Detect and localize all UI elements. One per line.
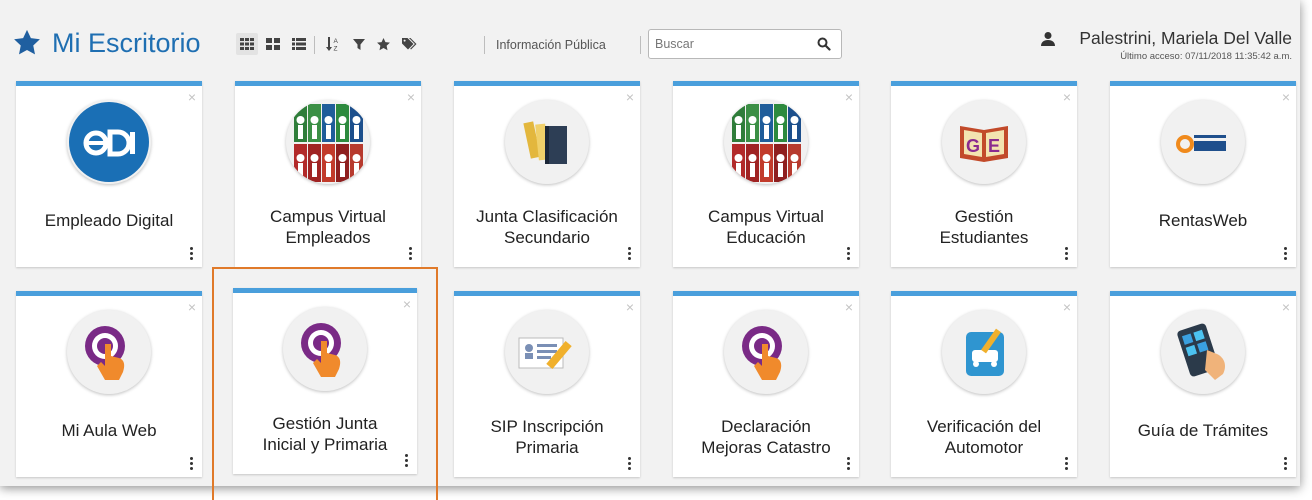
star-icon[interactable] <box>372 33 394 55</box>
app-tile-label-line: Verificación del <box>926 417 1042 436</box>
car-check-icon[interactable] <box>942 310 1026 394</box>
toolbar-separator <box>314 36 315 54</box>
touch-hand-icon[interactable] <box>724 310 808 394</box>
close-icon[interactable]: × <box>188 90 196 104</box>
app-tile-label-line: Guía de Trámites <box>1137 421 1269 440</box>
app-tile[interactable]: × Junta Clasificación Secundario <box>454 81 640 267</box>
grid-large-icon[interactable] <box>236 33 258 55</box>
close-icon[interactable]: × <box>626 90 634 104</box>
app-tile-label-line: Educación <box>726 228 806 247</box>
filter-icon[interactable] <box>348 33 370 55</box>
close-icon[interactable]: × <box>845 300 853 314</box>
more-options-icon[interactable] <box>628 457 632 471</box>
user-icon <box>1041 32 1055 46</box>
sort-az-icon[interactable]: A Z <box>322 33 344 55</box>
rentas-logo-icon[interactable] <box>1161 100 1245 184</box>
app-tile[interactable]: × G E Gestión Estudiantes <box>891 81 1077 267</box>
form-pencil-icon[interactable] <box>505 310 589 394</box>
search-icon[interactable] <box>817 37 831 51</box>
app-tile-label-line: Junta Clasificación <box>476 207 618 226</box>
more-options-icon[interactable] <box>628 247 632 261</box>
app-tile-label-line: Mejoras Catastro <box>701 438 831 457</box>
app-tile-label[interactable]: Junta Clasificación Secundario <box>464 206 630 248</box>
app-tile-label-line: Estudiantes <box>939 228 1029 247</box>
app-tile-label[interactable]: SIP Inscripción Primaria <box>464 416 630 458</box>
more-options-icon[interactable] <box>1065 457 1069 471</box>
more-options-icon[interactable] <box>847 247 851 261</box>
close-icon[interactable]: × <box>626 300 634 314</box>
toolbar-separator <box>484 36 485 54</box>
campus-people-icon[interactable] <box>724 100 808 184</box>
app-tile[interactable]: × Campus Virtual Empleados <box>235 81 421 267</box>
app-tile[interactable]: × Guía de Trámites <box>1110 291 1296 477</box>
ge-logo-icon[interactable]: G E <box>942 100 1026 184</box>
app-tile-label-line: Declaración <box>721 417 811 436</box>
app-tile-label-line: RentasWeb <box>1158 211 1248 230</box>
app-tile-label[interactable]: Campus Virtual Empleados <box>245 206 411 248</box>
last-access: Último acceso: 07/11/2018 11:35:42 a.m. <box>1120 51 1292 62</box>
app-tile-label[interactable]: Verificación del Automotor <box>901 416 1067 458</box>
app-tile-label-line: Automotor <box>944 438 1024 457</box>
app-tile-label[interactable]: Campus Virtual Educación <box>683 206 849 248</box>
app-tile-label[interactable]: Guía de Trámites <box>1120 420 1286 441</box>
app-tile-label-line: Gestión <box>954 207 1014 226</box>
grid-small-icon[interactable] <box>262 33 284 55</box>
close-icon[interactable]: × <box>1063 300 1071 314</box>
search-box[interactable] <box>648 29 842 59</box>
app-tile-label[interactable]: Declaración Mejoras Catastro <box>683 416 849 458</box>
books-icon[interactable] <box>505 100 589 184</box>
app-tile-label-line: Campus Virtual <box>270 207 386 226</box>
svg-text:Z: Z <box>334 46 338 53</box>
more-options-icon[interactable] <box>1284 457 1288 471</box>
app-tile-label-line: Campus Virtual <box>708 207 824 226</box>
desktop-panel: Mi Escritorio A Z Información Pública Bu… <box>0 0 1300 500</box>
app-tile[interactable]: × SIP Inscripción Primaria <box>454 291 640 477</box>
app-tile-label-line: Secundario <box>503 228 590 247</box>
app-tile-label-line: Empleados <box>285 228 371 247</box>
close-icon[interactable]: × <box>1282 300 1290 314</box>
app-tile[interactable]: × RentasWeb <box>1110 81 1296 267</box>
touch-hand-icon[interactable] <box>67 310 151 394</box>
page-title: Mi Escritorio <box>52 28 201 58</box>
public-info-link[interactable]: Información Pública <box>496 38 606 52</box>
svg-text:G: G <box>966 136 980 156</box>
toolbar-separator <box>640 36 641 54</box>
more-options-icon[interactable] <box>190 457 194 471</box>
close-icon[interactable]: × <box>1282 90 1290 104</box>
app-tile-label-line: Mi Aula Web <box>61 421 157 440</box>
app-tile-label-line: SIP Inscripción <box>490 417 604 436</box>
app-tile-label[interactable]: Gestión Estudiantes <box>901 206 1067 248</box>
app-tile[interactable]: × Declaración Mejoras Catastro <box>673 291 859 477</box>
more-options-icon[interactable] <box>1284 247 1288 261</box>
tag-icon[interactable] <box>398 33 420 55</box>
more-options-icon[interactable] <box>190 247 194 261</box>
close-icon[interactable]: × <box>188 300 196 314</box>
app-tile-label-line: Primaria <box>515 438 579 457</box>
app-tile[interactable]: × Campus Virtual Educación <box>673 81 859 267</box>
campus-people-icon[interactable] <box>286 100 370 184</box>
selection-highlight <box>212 267 438 500</box>
app-tile-label[interactable]: RentasWeb <box>1120 210 1286 231</box>
header: Mi Escritorio A Z Información Pública Bu… <box>0 0 1300 68</box>
app-tile[interactable]: × Empleado Digital <box>16 81 202 267</box>
more-options-icon[interactable] <box>409 247 413 261</box>
app-tile-label[interactable]: Empleado Digital <box>26 210 192 231</box>
svg-text:E: E <box>988 136 1000 156</box>
app-tile[interactable]: × Verificación del Automotor <box>891 291 1077 477</box>
app-tile[interactable]: × Mi Aula Web <box>16 291 202 477</box>
app-tile-label[interactable]: Mi Aula Web <box>26 420 192 441</box>
search-input[interactable] <box>655 36 805 52</box>
tablet-hand-icon[interactable] <box>1161 310 1245 394</box>
more-options-icon[interactable] <box>1065 247 1069 261</box>
star-icon <box>14 29 40 55</box>
svg-text:A: A <box>334 38 339 45</box>
close-icon[interactable]: × <box>845 90 853 104</box>
close-icon[interactable]: × <box>407 90 415 104</box>
close-icon[interactable]: × <box>1063 90 1071 104</box>
user-name[interactable]: Palestrini, Mariela Del Valle <box>1079 28 1292 49</box>
list-icon[interactable] <box>288 33 310 55</box>
edi-logo-icon[interactable] <box>67 100 151 184</box>
app-tile-label-line: Empleado Digital <box>44 211 174 230</box>
more-options-icon[interactable] <box>847 457 851 471</box>
